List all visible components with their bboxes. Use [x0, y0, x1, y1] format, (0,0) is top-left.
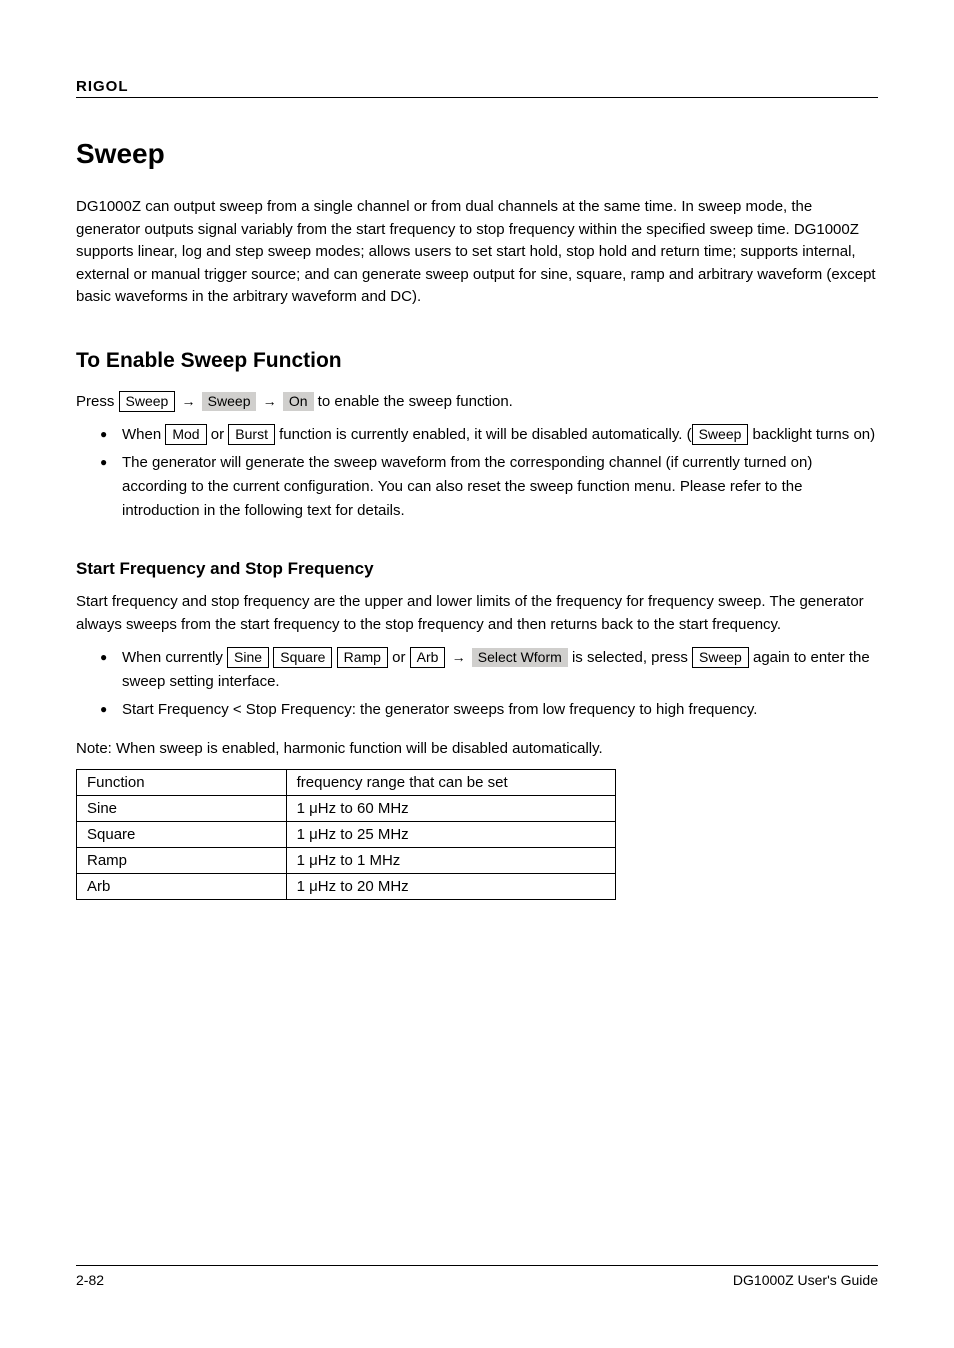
table-row: Square 1 μHz to 25 MHz: [77, 821, 616, 847]
table-row: Sine 1 μHz to 60 MHz: [77, 795, 616, 821]
square-hardkey: Square: [273, 647, 332, 668]
list-item: The generator will generate the sweep wa…: [100, 451, 878, 523]
text: Start Frequency < Stop Frequency: the ge…: [122, 701, 757, 718]
enable-lead: Press Sweep → Sweep → On to enable the s…: [76, 391, 878, 414]
guide-title: DG1000Z User's Guide: [733, 1272, 878, 1288]
table-row: Function frequency range that can be set: [77, 769, 616, 795]
text: When: [122, 426, 165, 443]
startstop-bullet-list: When currently Sine Square Ramp or Arb →…: [76, 646, 878, 722]
arrow-icon: →: [450, 649, 468, 665]
select-wform-softkey: Select Wform: [472, 648, 568, 667]
section-heading-startstop: Start Frequency and Stop Frequency: [76, 559, 878, 579]
cell: 1 μHz to 60 MHz: [286, 795, 615, 821]
frequency-range-table: Function frequency range that can be set…: [76, 769, 616, 900]
cell: Sine: [77, 795, 287, 821]
text: function is currently enabled, it will b…: [275, 426, 682, 443]
brand-text: RIGOL: [76, 78, 129, 95]
enable-bullet-list: When Mod or Burst function is currently …: [76, 423, 878, 523]
text: or: [388, 649, 410, 666]
mod-hardkey: Mod: [165, 424, 206, 445]
sweep-hardkey: Sweep: [692, 647, 749, 668]
page-number: 2-82: [76, 1272, 104, 1288]
text: is selected, press: [568, 649, 692, 666]
table-row: Arb 1 μHz to 20 MHz: [77, 873, 616, 899]
page-footer: 2-82 DG1000Z User's Guide: [76, 1265, 878, 1288]
arrow-icon: →: [261, 393, 279, 409]
table-header-range: frequency range that can be set: [286, 769, 615, 795]
text: Press: [76, 393, 119, 410]
cell: Arb: [77, 873, 287, 899]
text: backlight turns on): [748, 426, 875, 443]
ramp-hardkey: Ramp: [337, 647, 388, 668]
sweep-hardkey: Sweep: [119, 391, 176, 412]
cell: Square: [77, 821, 287, 847]
text: or: [207, 426, 229, 443]
table-row: Ramp 1 μHz to 1 MHz: [77, 847, 616, 873]
arrow-icon: →: [180, 393, 198, 409]
list-item: When Mod or Burst function is currently …: [100, 423, 878, 447]
list-item: When currently Sine Square Ramp or Arb →…: [100, 646, 878, 694]
on-softkey: On: [283, 392, 314, 411]
text: When currently: [122, 649, 227, 666]
burst-hardkey: Burst: [228, 424, 275, 445]
list-item: Start Frequency < Stop Frequency: the ge…: [100, 698, 878, 722]
page-header: RIGOL: [76, 78, 878, 98]
sweep-hardkey: Sweep: [692, 424, 749, 445]
text: The generator will generate the sweep wa…: [122, 454, 812, 519]
startstop-paragraph: Start frequency and stop frequency are t…: [76, 591, 878, 636]
table-header-func: Function: [77, 769, 287, 795]
note-line: Note: When sweep is enabled, harmonic fu…: [76, 738, 878, 761]
text: to enable the sweep function.: [314, 393, 513, 410]
sine-hardkey: Sine: [227, 647, 269, 668]
section-heading-enable: To Enable Sweep Function: [76, 349, 878, 373]
text: (: [682, 426, 691, 443]
page-title: Sweep: [76, 138, 878, 170]
cell: 1 μHz to 1 MHz: [286, 847, 615, 873]
cell: 1 μHz to 20 MHz: [286, 873, 615, 899]
intro-paragraph: DG1000Z can output sweep from a single c…: [76, 196, 878, 309]
cell: 1 μHz to 25 MHz: [286, 821, 615, 847]
cell: Ramp: [77, 847, 287, 873]
arb-hardkey: Arb: [410, 647, 446, 668]
sweep-softkey: Sweep: [202, 392, 257, 411]
